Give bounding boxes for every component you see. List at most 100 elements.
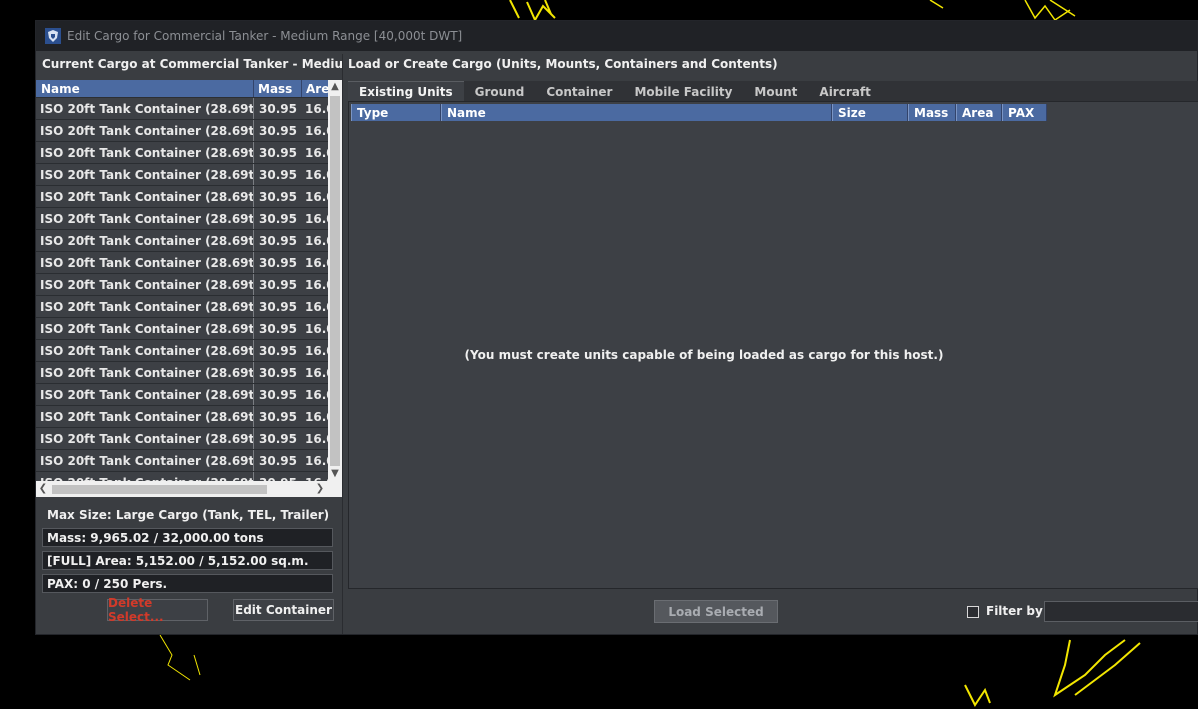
edit-container-button[interactable]: Edit Container (233, 599, 334, 621)
tab-existing-units[interactable]: Existing Units (348, 81, 464, 101)
cargo-name-cell: ISO 20ft Tank Container (28.69t ) (36, 296, 254, 317)
filter-label: Filter by: (986, 604, 1048, 618)
scroll-up-icon[interactable]: ▲ (328, 80, 342, 94)
horizontal-scroll-thumb[interactable] (52, 485, 267, 494)
scroll-corner (328, 481, 342, 497)
table-row[interactable]: ISO 20ft Tank Container (28.69t ) 30.95 16… (36, 318, 328, 340)
cargo-area-cell: 16.0 (305, 453, 328, 468)
column-header-mass[interactable]: Mass (254, 80, 302, 97)
cargo-mass-cell: 30.95 (259, 101, 297, 116)
column-header-area[interactable]: Are (302, 80, 328, 97)
table-row[interactable]: ISO 20ft Tank Container (28.69t ) 30.95 16… (36, 230, 328, 252)
current-cargo-header: Current Cargo at Commercial Tanker - Med… (36, 54, 342, 74)
load-create-cargo-header: Load or Create Cargo (Units, Mounts, Con… (348, 57, 778, 71)
cargo-name-cell: ISO 20ft Tank Container (28.69t ) (36, 362, 254, 383)
background-scribble-bottom-right (964, 639, 1141, 707)
cargo-name-cell: ISO 20ft Tank Container (28.69t ) (36, 318, 254, 339)
title-bar[interactable]: Edit Cargo for Commercial Tanker - Mediu… (36, 21, 1197, 51)
tab-mobile-facility[interactable]: Mobile Facility (623, 82, 743, 101)
tab-mount[interactable]: Mount (743, 82, 808, 101)
cargo-area-cell: 16.0 (305, 365, 328, 380)
tab-strip: Existing Units Ground Container Mobile F… (348, 81, 1198, 101)
cargo-area-cell: 16.0 (305, 211, 328, 226)
cargo-name-cell: ISO 20ft Tank Container (28.69t ) (36, 208, 254, 229)
filter-input[interactable] (1044, 601, 1198, 622)
cargo-area-cell: 16.0 (305, 409, 328, 424)
table-row[interactable]: ISO 20ft Tank Container (28.69t ) 30.95 16… (36, 340, 328, 362)
empty-units-message: (You must create units capable of being … (464, 348, 944, 362)
cargo-mass-cell: 30.95 (259, 145, 297, 160)
table-row[interactable]: ISO 20ft Tank Container (28.69t ) 30.95 16… (36, 406, 328, 428)
vertical-scrollbar[interactable]: ▲ ▼ (328, 80, 342, 481)
cargo-mass-cell: 30.95 (259, 387, 297, 402)
table-row[interactable]: ISO 20ft Tank Container (28.69t ) 30.95 16… (36, 142, 328, 164)
cargo-name-cell: ISO 20ft Tank Container (28.69t ) (36, 98, 254, 119)
max-size-label: Max Size: Large Cargo (Tank, TEL, Traile… (47, 508, 330, 522)
filter-checkbox[interactable] (967, 606, 979, 618)
table-row[interactable]: ISO 20ft Tank Container (28.69t ) 30.95 16… (36, 164, 328, 186)
table-row[interactable]: ISO 20ft Tank Container (28.69t ) 30.95 16… (36, 296, 328, 318)
cargo-area-cell: 16.0 (305, 387, 328, 402)
table-row[interactable]: ISO 20ft Tank Container (28.69t ) 30.95 16… (36, 98, 328, 120)
table-row[interactable]: ISO 20ft Tank Container (28.69t ) 30.95 16… (36, 274, 328, 296)
cargo-mass-cell: 30.95 (259, 343, 297, 358)
window-title: Edit Cargo for Commercial Tanker - Mediu… (67, 29, 463, 43)
table-row[interactable]: ISO 20ft Tank Container (28.69t ) 30.95 16… (36, 450, 328, 472)
cargo-area-cell: 16.0 (305, 431, 328, 446)
column-header-name[interactable]: Name (441, 104, 832, 121)
cargo-area-cell: 16.0 (305, 189, 328, 204)
cargo-area-cell: 16.0 (305, 299, 328, 314)
tab-aircraft[interactable]: Aircraft (808, 82, 881, 101)
table-row[interactable]: ISO 20ft Tank Container (28.69t ) 30.95 16… (36, 384, 328, 406)
column-header-pax[interactable]: PAX (1002, 104, 1047, 121)
table-row[interactable]: ISO 20ft Tank Container (28.69t ) 30.95 16… (36, 428, 328, 450)
tab-container[interactable]: Container (535, 82, 623, 101)
column-header-area[interactable]: Area (956, 104, 1002, 121)
cargo-name-cell: ISO 20ft Tank Container (28.69t ) (36, 428, 254, 449)
cargo-name-cell: ISO 20ft Tank Container (28.69t ) (36, 252, 254, 273)
cargo-area-cell: 16.0 (305, 255, 328, 270)
cargo-name-cell: ISO 20ft Tank Container (28.69t ) (36, 164, 254, 185)
area-status: [FULL] Area: 5,152.00 / 5,152.00 sq.m. (42, 551, 333, 570)
column-header-mass[interactable]: Mass (908, 104, 956, 121)
cargo-mass-cell: 30.95 (259, 167, 297, 182)
cargo-area-cell: 16.0 (305, 277, 328, 292)
table-row[interactable]: ISO 20ft Tank Container (28.69t ) 30.95 16… (36, 186, 328, 208)
load-selected-button[interactable]: Load Selected (654, 600, 778, 623)
cargo-mass-cell: 30.95 (259, 365, 297, 380)
pax-status: PAX: 0 / 250 Pers. (42, 574, 333, 593)
background-scribble-bottom-left (159, 635, 201, 681)
table-row[interactable]: ISO 20ft Tank Container (28.69t ) 30.95 16… (36, 120, 328, 142)
panel-divider[interactable] (342, 54, 343, 634)
edit-cargo-window: Edit Cargo for Commercial Tanker - Mediu… (35, 20, 1198, 635)
table-row[interactable]: ISO 20ft Tank Container (28.69t ) 30.95 16… (36, 362, 328, 384)
app-icon (45, 28, 61, 44)
cargo-mass-cell: 30.95 (259, 431, 297, 446)
table-row[interactable]: ISO 20ft Tank Container (28.69t ) 30.95 16… (36, 208, 328, 230)
cargo-name-cell: ISO 20ft Tank Container (28.69t ) (36, 186, 254, 207)
column-header-type[interactable]: Type (351, 104, 441, 121)
cargo-rows: ISO 20ft Tank Container (28.69t ) 30.95 16… (36, 98, 328, 494)
scroll-right-icon[interactable]: ❯ (313, 481, 327, 497)
vertical-scroll-thumb[interactable] (330, 96, 340, 466)
cargo-mass-cell: 30.95 (259, 321, 297, 336)
delete-selected-button[interactable]: Delete Select... (107, 596, 208, 624)
cargo-mass-cell: 30.95 (259, 255, 297, 270)
cargo-name-cell: ISO 20ft Tank Container (28.69t ) (36, 406, 254, 427)
table-row[interactable]: ISO 20ft Tank Container (28.69t ) 30.95 16… (36, 252, 328, 274)
column-header-size[interactable]: Size (832, 104, 908, 121)
cargo-mass-cell: 30.95 (259, 453, 297, 468)
scroll-left-icon[interactable]: ❮ (36, 481, 50, 497)
cargo-name-cell: ISO 20ft Tank Container (28.69t ) (36, 230, 254, 251)
cargo-mass-cell: 30.95 (259, 277, 297, 292)
mass-status: Mass: 9,965.02 / 32,000.00 tons (42, 528, 333, 547)
existing-units-pane: Type Name Size Mass Area PAX (You must c… (348, 101, 1198, 589)
column-header-name[interactable]: Name (36, 80, 254, 97)
tab-ground[interactable]: Ground (464, 82, 536, 101)
horizontal-scrollbar[interactable]: ❮ ❯ (36, 481, 328, 497)
scroll-down-icon[interactable]: ▼ (328, 467, 342, 481)
cargo-area-cell: 16.0 (305, 145, 328, 160)
cargo-mass-cell: 30.95 (259, 123, 297, 138)
cargo-area-cell: 16.0 (305, 321, 328, 336)
cargo-area-cell: 16.0 (305, 167, 328, 182)
